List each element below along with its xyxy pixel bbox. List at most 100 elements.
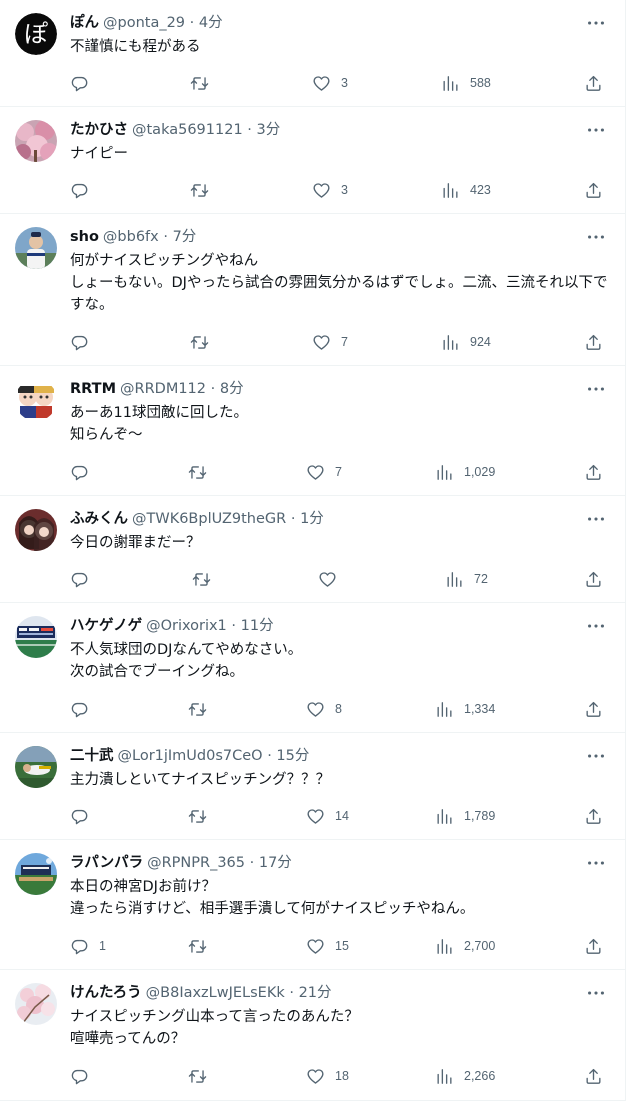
more-icon[interactable] [585,508,607,530]
more-icon[interactable] [585,226,607,248]
more-icon[interactable] [585,615,607,637]
display-name[interactable]: たかひさ [70,122,128,138]
views-button[interactable]: 924 [441,330,491,354]
reply-button[interactable] [70,71,99,95]
more-icon[interactable] [585,12,607,34]
timestamp[interactable]: 11分 [241,618,274,634]
display-name[interactable]: ぽん [70,15,99,31]
like-button[interactable]: 7 [312,330,348,354]
share-button[interactable] [584,1064,603,1088]
tweet-item[interactable]: ハケゲノゲ @Orixorix1 · 11分 不人気球団のDJなんてやめなさい。 次… [0,603,625,733]
share-button[interactable] [584,330,603,354]
user-handle[interactable]: @RRDM112 [120,381,206,397]
share-button[interactable] [584,934,603,958]
tweet-item[interactable]: ぽぽん @ponta_29 · 4分 不謹慎にも程がある 3 588 [0,0,625,107]
timestamp[interactable]: 17分 [259,855,292,871]
user-handle[interactable]: @B8IaxzLwJELsEKk [146,985,285,1001]
more-icon[interactable] [585,378,607,400]
views-button[interactable]: 588 [441,71,491,95]
more-icon[interactable] [585,745,607,767]
tweet-item[interactable]: けんたろう @B8IaxzLwJELsEKk · 21分 ナイスピッチング山本って言… [0,970,625,1101]
like-button[interactable]: 15 [306,934,349,958]
tweet-item[interactable]: sho @bb6fx · 7分 何がナイスピッチングやねん しょーもない。DJやった… [0,214,625,366]
avatar[interactable] [15,379,57,421]
display-name[interactable]: 二十武 [70,748,114,764]
more-icon[interactable] [585,982,607,1004]
retweet-button[interactable] [188,934,217,958]
display-name[interactable]: sho [70,229,99,245]
display-name[interactable]: ラパンパラ [70,855,143,871]
avatar[interactable] [15,120,57,162]
tweet-item[interactable]: ふみくん @TWK6BplUZ9theGR · 1分 今日の謝罪まだー？ 72 [0,496,625,603]
user-handle[interactable]: @taka5691121 [132,122,243,138]
reply-button[interactable] [70,697,99,721]
share-button[interactable] [584,567,603,591]
share-icon [584,700,603,719]
timestamp[interactable]: 4分 [199,15,223,31]
avatar[interactable] [15,853,57,895]
tweet-item[interactable]: たかひさ @taka5691121 · 3分 ナイピー 3 423 [0,107,625,214]
reply-button[interactable]: 1 [70,934,106,958]
like-button[interactable]: 18 [306,1064,349,1088]
display-name[interactable]: ハケゲノゲ [70,618,142,634]
more-icon[interactable] [585,852,607,874]
display-name[interactable]: けんたろう [70,985,142,1001]
reply-button[interactable] [70,460,99,484]
reply-button[interactable] [70,178,99,202]
tweet-item[interactable]: RRTM @RRDM112 · 8分 あーあ11球団敵に回した。 知らんぞ～ 7 1,0… [0,366,625,496]
display-name[interactable]: ふみくん [70,511,128,527]
user-handle[interactable]: @TWK6BplUZ9theGR [132,511,286,527]
reply-button[interactable] [70,804,99,828]
share-button[interactable] [584,460,603,484]
timestamp[interactable]: 21分 [299,985,332,1001]
retweet-button[interactable] [190,330,219,354]
retweet-button[interactable] [192,567,221,591]
user-handle[interactable]: @Orixorix1 [146,618,227,634]
like-button[interactable]: 3 [312,71,348,95]
retweet-button[interactable] [190,71,219,95]
user-handle[interactable]: @bb6fx [103,229,159,245]
avatar[interactable] [15,509,57,551]
reply-button[interactable] [70,567,99,591]
timestamp[interactable]: 3分 [257,122,281,138]
retweet-button[interactable] [188,697,217,721]
like-button[interactable]: 8 [306,697,342,721]
avatar[interactable] [15,983,57,1025]
timestamp[interactable]: 15分 [276,748,309,764]
views-button[interactable]: 423 [441,178,491,202]
reply-button[interactable] [70,330,99,354]
tweet-item[interactable]: 二十武 @Lor1jImUd0s7CeO · 15分 主力潰しといてナイスピッチング… [0,733,625,840]
views-button[interactable]: 2,700 [435,934,495,958]
reply-button[interactable] [70,1064,99,1088]
user-handle[interactable]: @ponta_29 [103,15,185,31]
like-button[interactable] [318,567,347,591]
views-button[interactable]: 1,334 [435,697,495,721]
timestamp[interactable]: 7分 [173,229,197,245]
share-button[interactable] [584,804,603,828]
display-name[interactable]: RRTM [70,381,116,397]
views-button[interactable]: 1,029 [435,460,495,484]
views-button[interactable]: 1,789 [435,804,495,828]
tweet-item[interactable]: ラパンパラ @RPNPR_365 · 17分 本日の神宮DJお前け？ 違ったら消すけ… [0,840,625,970]
retweet-button[interactable] [188,804,217,828]
share-button[interactable] [584,697,603,721]
avatar[interactable] [15,227,57,269]
views-button[interactable]: 72 [445,567,488,591]
timestamp[interactable]: 1分 [300,511,324,527]
like-button[interactable]: 7 [306,460,342,484]
avatar[interactable] [15,616,57,658]
timestamp[interactable]: 8分 [220,381,244,397]
user-handle[interactable]: @Lor1jImUd0s7CeO [118,748,263,764]
avatar[interactable]: ぽ [15,13,57,55]
user-handle[interactable]: @RPNPR_365 [147,855,245,871]
retweet-button[interactable] [188,460,217,484]
like-button[interactable]: 14 [306,804,349,828]
avatar[interactable] [15,746,57,788]
retweet-button[interactable] [190,178,219,202]
more-icon[interactable] [585,119,607,141]
share-button[interactable] [584,71,603,95]
retweet-button[interactable] [188,1064,217,1088]
views-button[interactable]: 2,266 [435,1064,495,1088]
share-button[interactable] [584,178,603,202]
like-button[interactable]: 3 [312,178,348,202]
